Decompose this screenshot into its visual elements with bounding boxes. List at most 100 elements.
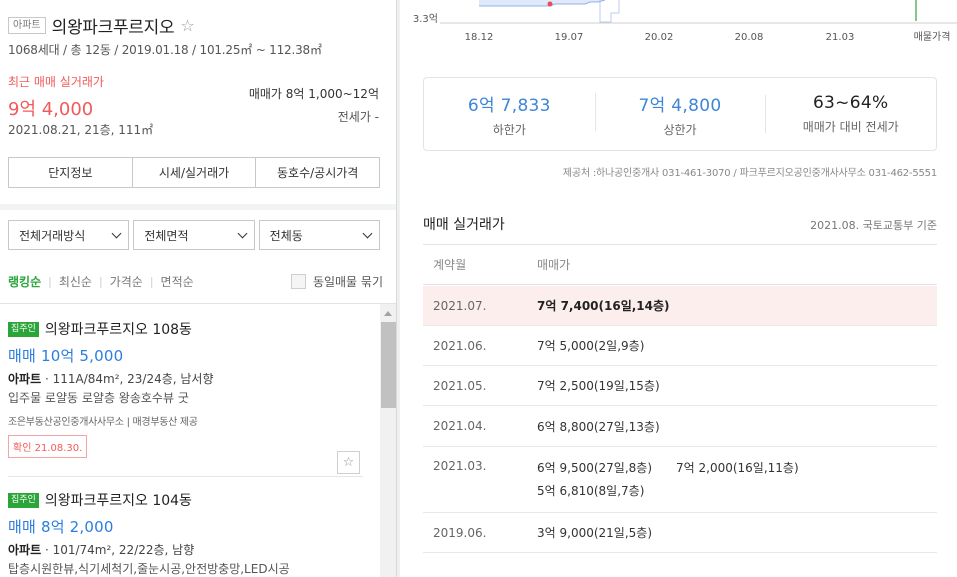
data-provider-note: 제공처 :하나공인중개사 031-461-3070 / 파크푸르지오공인중개사사…	[562, 168, 937, 179]
row-month: 2021.05.	[433, 378, 487, 393]
listing-description: 입주물 로얄동 로얄층 왕송호수뷰 굿	[8, 391, 189, 405]
x-tick-label: 20.08	[735, 32, 764, 43]
recent-price: 9억 4,000	[8, 99, 94, 120]
stat-value: 6억 7,833	[467, 95, 551, 116]
x-tick-label: 21.03	[826, 32, 855, 43]
listing-spec-detail: 101/74m², 22/22층, 남향	[52, 543, 195, 557]
favorite-star-icon[interactable]: ☆	[337, 451, 360, 474]
sort-area[interactable]: 면적순	[161, 273, 194, 290]
complex-summary: 1068세대 / 총 12동 / 2019.01.18 / 101.25㎡ ~ …	[8, 43, 322, 57]
row-month: 2021.06.	[433, 338, 487, 353]
filter-label: 전체동	[269, 228, 303, 243]
price-trend-chart: 3.3억 18.12 19.07 20.02 20.08 21.03 매물가격	[413, 0, 957, 43]
filter-label: 전체면적	[144, 228, 189, 243]
info-tabs: 단지정보 시세/실거래가 동호수/공시가격	[8, 157, 380, 188]
stat-label: 하한가	[492, 122, 526, 137]
row-month: 2021.07.	[433, 298, 487, 313]
listing-title[interactable]: 의왕파크푸르지오 108동	[45, 319, 192, 339]
listing-price: 매매 8억 2,000	[8, 518, 114, 536]
price-range-band-edge	[599, 0, 620, 23]
recent-price-label: 최근 매매 실거래가	[8, 75, 104, 89]
row-prices: 6억 8,800(27일,13층)	[537, 418, 937, 435]
owner-badge: 집주인	[8, 492, 39, 508]
transactions-basis: 2021.08. 국토교통부 기준	[810, 219, 937, 232]
filter-bar: 전체거래방식 전체면적 전체동	[8, 220, 380, 250]
row-prices: 7억 5,000(2일,9층)	[537, 337, 937, 354]
checkbox[interactable]	[290, 273, 306, 289]
list-item[interactable]: 집주인 의왕파크푸르지오 108동 매매 10억 5,000 아파트 · 111…	[8, 319, 360, 474]
listing-type: 아파트	[8, 372, 42, 386]
column-header-month: 계약월	[433, 258, 467, 272]
y-tick-label: 3.3억	[413, 13, 438, 25]
transaction-marker	[547, 1, 553, 7]
tab-complex-info[interactable]: 단지정보	[9, 158, 133, 187]
stat-value: 63~64%	[812, 93, 889, 113]
group-same-listings-toggle[interactable]: 동일매물 묶기	[290, 273, 383, 290]
sort-separator: |	[149, 274, 154, 288]
complex-header: 아파트 의왕파크푸르지오 ☆	[8, 14, 195, 38]
x-tick-label: 19.07	[555, 32, 584, 43]
table-row: 2021.04. 6억 8,800(27일,13층)	[423, 406, 937, 447]
stat-label: 매매가 대비 전세가	[802, 120, 899, 134]
row-prices: 6억 9,500(27일,8층) 7억 2,000(16일,11층) 5억 6,…	[537, 459, 827, 499]
row-price: 6억 8,800(27일,13층)	[537, 419, 660, 434]
tab-unit-price[interactable]: 동호수/공시가격	[256, 158, 379, 187]
chevron-down-icon	[362, 228, 373, 238]
row-prices: 7억 7,400(16일,14층)	[537, 297, 937, 314]
table-row: 2021.07. 7억 7,400(16일,14층)	[423, 286, 937, 326]
list-item-divider	[8, 476, 363, 477]
table-header: 계약월 매매가	[423, 245, 937, 285]
price-stats-card: 6억 7,833 하한가 7억 4,800 상한가 63~64% 매매가 대비 …	[423, 77, 937, 151]
listing-title[interactable]: 의왕파크푸르지오 104동	[45, 490, 192, 510]
sort-separator: |	[48, 274, 52, 288]
scrollbar-thumb[interactable]	[381, 322, 396, 408]
list-scrollbar[interactable]	[380, 304, 396, 577]
trade-type-filter[interactable]: 전체거래방식	[8, 220, 130, 250]
property-type-badge: 아파트	[8, 16, 46, 34]
confirmed-badge: 확인 21.08.30.	[8, 435, 88, 458]
lease-price: 전세가 -	[337, 110, 379, 124]
lease-ratio-stat: 63~64% 매매가 대비 전세가	[765, 93, 936, 135]
listing-spec: 아파트 · 111A/84m², 23/24층, 남서향	[8, 372, 214, 386]
table-row: 2019.06. 3억 9,000(21일,5층)	[423, 513, 937, 553]
star-icon[interactable]: ☆	[180, 16, 194, 35]
listing-description: 탑층시원한뷰,식기세척기,줄눈시공,안전방충망,LED시공	[8, 562, 290, 576]
listing-spec-detail: 111A/84m², 23/24층, 남서향	[52, 372, 214, 386]
list-item[interactable]: 집주인 의왕파크푸르지오 104동 매매 8억 2,000 아파트 · 101/…	[8, 490, 360, 577]
recent-price-detail: 2021.08.21, 21층, 111㎡	[8, 123, 154, 137]
chart-tab-label[interactable]: 매물가격	[914, 30, 951, 43]
column-header-price: 매매가	[537, 258, 571, 272]
x-tick-label: 18.12	[465, 32, 494, 43]
stat-value: 7억 4,800	[638, 95, 722, 116]
sale-price-range: 매매가 8억 1,000~12억	[248, 87, 379, 101]
x-tick-label: 20.02	[645, 32, 674, 43]
building-filter[interactable]: 전체동	[258, 220, 380, 250]
owner-badge: 집주인	[8, 321, 39, 337]
row-month: 2021.03.	[433, 459, 487, 473]
upper-price-stat: 7억 4,800 상한가	[594, 91, 766, 138]
row-price: 7억 2,000(16일,11층)	[676, 461, 799, 475]
sort-price[interactable]: 가격순	[110, 273, 143, 290]
price-range-band	[479, 0, 605, 6]
sort-separator: |	[98, 274, 103, 288]
area-filter[interactable]: 전체면적	[133, 220, 255, 250]
listing-type: 아파트	[8, 543, 42, 557]
lower-price-stat: 6억 7,833 하한가	[424, 91, 595, 138]
listing-agency: 조은부동산공인중개사사무소 | 매경부동산 제공	[8, 417, 198, 428]
row-price: 7억 7,400(16일,14층)	[537, 299, 670, 313]
listing-spec: 아파트 · 101/74m², 22/22층, 남향	[8, 543, 195, 557]
tab-market-price[interactable]: 시세/실거래가	[133, 158, 257, 187]
detail-panel: 3.3억 18.12 19.07 20.02 20.08 21.03 매물가격 …	[400, 0, 957, 577]
chevron-down-icon	[237, 228, 248, 238]
row-month: 2021.04.	[433, 419, 487, 433]
filter-label: 전체거래방식	[19, 228, 86, 243]
sort-latest[interactable]: 최신순	[59, 273, 92, 290]
table-row: 2021.06. 7억 5,000(2일,9층)	[423, 326, 937, 366]
scroll-up-arrow-icon[interactable]	[384, 311, 392, 316]
row-month: 2019.06.	[433, 525, 487, 540]
row-prices: 7억 2,500(19일,15층)	[537, 377, 937, 394]
row-price: 7억 2,500(19일,15층)	[537, 379, 660, 393]
transactions-title: 매매 실거래가	[423, 217, 505, 233]
sort-ranking[interactable]: 랭킹순	[8, 273, 41, 290]
table-row: 2021.03. 6억 9,500(27일,8층) 7억 2,000(16일,1…	[423, 447, 937, 513]
